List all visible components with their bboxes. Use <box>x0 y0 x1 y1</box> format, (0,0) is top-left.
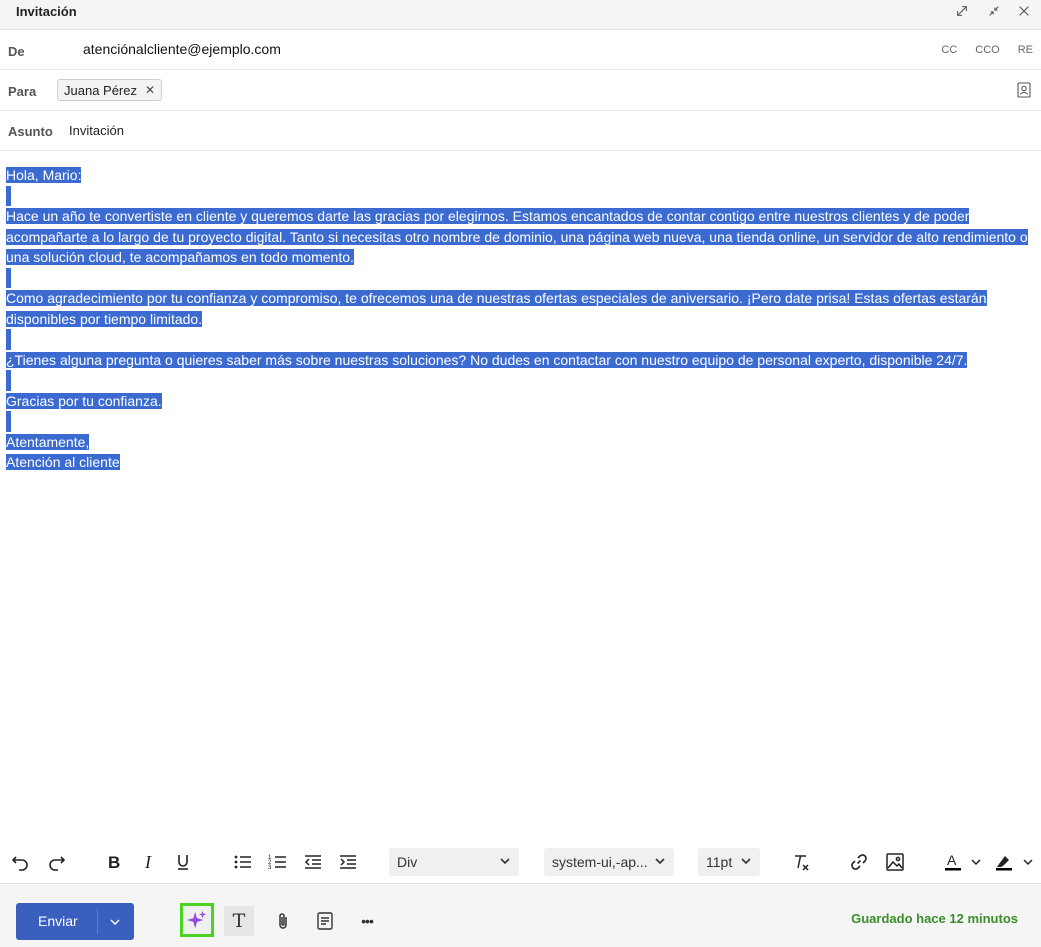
highlight-dropdown-icon[interactable] <box>1020 851 1036 873</box>
from-row: De atenciónalcliente@ejemplo.com CC CCO … <box>0 30 1041 70</box>
compose-footer: Enviar T ••• Guardado hace 12 minutos <box>0 885 1041 947</box>
underline-icon[interactable] <box>172 851 194 873</box>
selection-marker <box>6 329 11 350</box>
more-options-icon[interactable]: ••• <box>352 906 382 936</box>
from-label: De <box>8 44 25 59</box>
text-color-letter: A <box>947 852 957 868</box>
block-format-select[interactable]: Div <box>389 848 519 876</box>
subject-row: Asunto Invitación <box>0 111 1041 151</box>
indent-icon[interactable] <box>337 851 359 873</box>
recipient-name: Juana Pérez <box>64 82 137 98</box>
to-row: Para Juana Pérez ✕ <box>0 71 1041 111</box>
highlight-color-icon[interactable] <box>993 851 1015 873</box>
insert-image-icon[interactable] <box>884 851 906 873</box>
body-blank-line <box>6 329 1036 350</box>
body-blank-line <box>6 267 1036 288</box>
window-titlebar: Invitación <box>0 0 1041 30</box>
body-line: Atención al cliente <box>6 452 1036 473</box>
bold-icon[interactable]: B <box>103 851 125 873</box>
body-text: Atención al cliente <box>6 454 120 470</box>
body-paragraph: Como agradecimiento por tu confianza y c… <box>6 288 1036 329</box>
subject-label: Asunto <box>8 124 53 139</box>
body-blank-line <box>6 411 1036 432</box>
link-icon[interactable] <box>848 851 870 873</box>
body-text: Hace un año te convertiste en cliente y … <box>6 208 1028 265</box>
svg-text:3: 3 <box>268 865 272 871</box>
svg-text:B: B <box>108 853 120 872</box>
send-label: Enviar <box>38 913 78 929</box>
body-blank-line <box>6 185 1036 206</box>
template-document-icon[interactable] <box>310 906 340 936</box>
from-address[interactable]: atenciónalcliente@ejemplo.com <box>83 41 281 57</box>
bcc-button[interactable]: CCO <box>975 44 999 56</box>
cc-button[interactable]: CC <box>941 44 957 56</box>
body-text: ¿Tienes alguna pregunta o quieres saber … <box>6 351 968 368</box>
saved-status: Guardado hace 12 minutos <box>851 911 1018 926</box>
attach-paperclip-icon[interactable] <box>268 906 298 936</box>
chevron-down-icon <box>500 858 510 865</box>
text-format-button[interactable]: T <box>224 906 254 936</box>
undo-icon[interactable] <box>9 851 31 873</box>
selection-marker <box>6 267 11 288</box>
selection-marker <box>6 185 11 206</box>
send-divider <box>97 909 98 934</box>
clear-formatting-icon[interactable] <box>790 851 812 873</box>
body-paragraph: Hace un año te convertiste en cliente y … <box>6 206 1036 268</box>
recipient-chip[interactable]: Juana Pérez ✕ <box>57 79 163 101</box>
svg-text:I: I <box>144 852 152 872</box>
send-button[interactable]: Enviar <box>16 903 134 940</box>
body-line: Hola, Mario: <box>6 165 1036 186</box>
font-family-value: system-ui,-ap... <box>552 854 648 870</box>
subject-input[interactable]: Invitación <box>69 123 124 138</box>
font-size-value: 11pt <box>706 854 733 870</box>
ai-assistant-sparkle-icon[interactable] <box>180 903 214 937</box>
body-blank-line <box>6 370 1036 391</box>
popout-icon[interactable] <box>953 2 971 20</box>
font-family-select[interactable]: system-ui,-ap... <box>544 848 674 876</box>
message-body[interactable]: Hola, Mario: Hace un año te convertiste … <box>6 165 1036 473</box>
outdent-icon[interactable] <box>302 851 324 873</box>
text-color-button[interactable]: A <box>942 851 964 873</box>
body-text: Hola, Mario: <box>6 167 82 183</box>
text-color-dropdown-icon[interactable] <box>968 851 984 873</box>
chevron-down-icon <box>741 858 751 865</box>
minimize-icon[interactable] <box>985 2 1003 20</box>
window-title: Invitación <box>16 4 77 19</box>
body-line: Atentamente, <box>6 432 1036 453</box>
body-text: Como agradecimiento por tu confianza y c… <box>6 290 987 327</box>
body-paragraph: ¿Tienes alguna pregunta o quieres saber … <box>6 350 1036 371</box>
remove-recipient-icon[interactable]: ✕ <box>145 83 155 97</box>
body-text: Atentamente, <box>6 433 90 450</box>
font-size-select[interactable]: 11pt <box>698 848 760 876</box>
numbered-list-icon[interactable]: 123 <box>267 851 289 873</box>
close-icon[interactable] <box>1015 2 1033 20</box>
to-label: Para <box>8 84 37 99</box>
send-options-chevron-icon[interactable] <box>108 915 122 929</box>
bullet-list-icon[interactable] <box>232 851 254 873</box>
body-text: Gracias por tu confianza. <box>6 392 162 409</box>
recipient-options: CC CCO RE <box>941 44 1033 56</box>
redo-icon[interactable] <box>46 851 68 873</box>
address-book-icon[interactable] <box>1017 82 1031 98</box>
chevron-down-icon <box>655 858 665 865</box>
italic-icon[interactable]: I <box>138 851 160 873</box>
block-format-value: Div <box>397 854 418 870</box>
body-line: Gracias por tu confianza. <box>6 391 1036 412</box>
selection-marker <box>6 411 11 432</box>
format-toolbar: B I 123 Div system-ui,-ap... 11pt A <box>0 838 1041 884</box>
reply-to-button[interactable]: RE <box>1018 44 1033 56</box>
selection-marker <box>6 370 11 391</box>
